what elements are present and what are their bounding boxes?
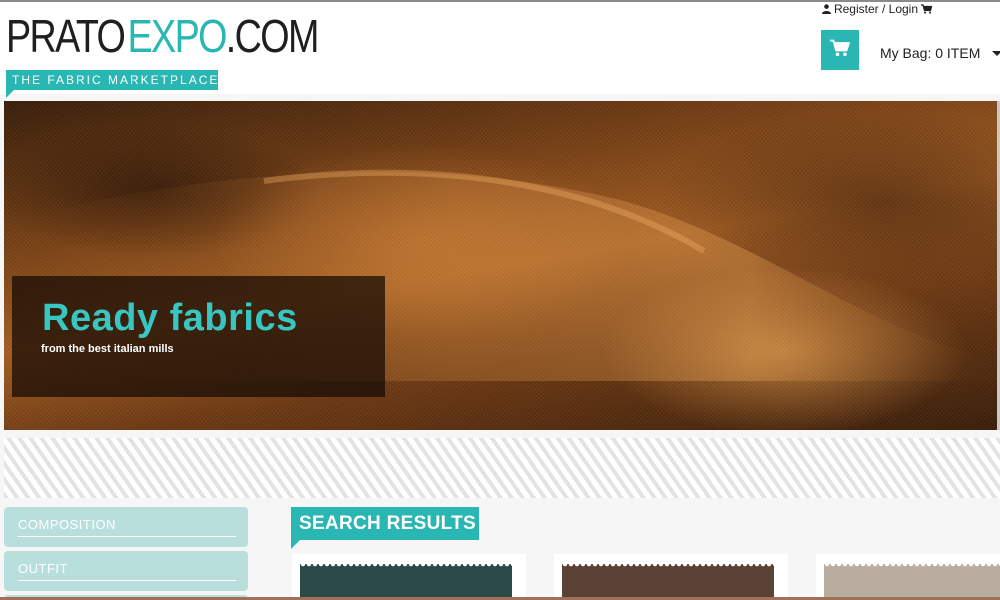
shopping-cart-icon — [830, 39, 850, 62]
caret-down-icon — [992, 50, 1000, 56]
logo-tagline: THE FABRIC MARKETPLACE — [6, 70, 218, 90]
logo-wordmark: PRATOEXPO.COM — [6, 8, 320, 64]
my-bag-dropdown[interactable]: My Bag: 0 ITEM — [880, 45, 1000, 61]
site-logo[interactable]: PRATOEXPO.COM THE FABRIC MARKETPLACE — [6, 8, 319, 98]
logo-word-prato: PRATO — [6, 10, 126, 62]
product-card[interactable] — [292, 554, 526, 600]
product-card[interactable] — [554, 554, 788, 600]
fabric-swatch — [562, 564, 774, 600]
register-login-link[interactable]: Register / Login — [834, 2, 918, 16]
fabric-swatch — [300, 564, 512, 600]
sidebar-item-composition[interactable]: COMPOSITION — [4, 507, 248, 547]
logo-tagline-tail — [6, 90, 14, 98]
logo-word-com: .COM — [225, 10, 320, 62]
sidebar-item-label: OUTFIT — [18, 561, 68, 576]
cart-button[interactable] — [821, 30, 859, 70]
fabric-swatch — [824, 564, 1000, 600]
pinked-edge — [562, 564, 774, 568]
logo-word-expo: EXPO — [127, 10, 228, 62]
sidebar-item-outfit[interactable]: OUTFIT — [4, 551, 248, 591]
search-results-title: SEARCH RESULTS — [299, 513, 476, 534]
hero-banner[interactable]: Ready fabrics from the best italian mill… — [4, 101, 1000, 430]
user-icon — [821, 4, 831, 14]
hero-title: Ready fabrics — [42, 297, 298, 339]
account-links: Register / Login — [821, 2, 932, 16]
pinked-edge — [824, 564, 1000, 568]
cart-icon[interactable] — [921, 4, 932, 14]
search-results-tail — [291, 540, 300, 549]
sidebar-divider — [18, 580, 236, 581]
hero-subtitle: from the best italian mills — [41, 343, 174, 355]
pinked-edge — [300, 564, 512, 568]
hero-caption-box: Ready fabrics from the best italian mill… — [12, 276, 385, 397]
herringbone-band — [4, 438, 1000, 498]
sidebar-divider — [18, 536, 236, 537]
site-header: PRATOEXPO.COM THE FABRIC MARKETPLACE Reg… — [0, 2, 1000, 98]
product-card[interactable] — [816, 554, 1000, 600]
sidebar-item-label: COMPOSITION — [18, 517, 116, 532]
search-results-heading: SEARCH RESULTS — [291, 507, 479, 540]
my-bag-label: My Bag: 0 ITEM — [880, 45, 981, 61]
